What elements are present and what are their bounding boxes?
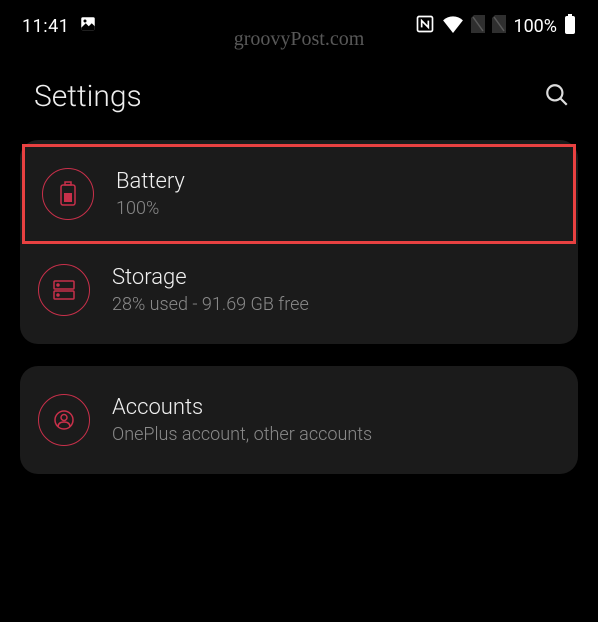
search-icon[interactable] <box>544 82 570 112</box>
row-text: Accounts OnePlus account, other accounts <box>112 395 372 445</box>
storage-title: Storage <box>112 265 309 290</box>
settings-row-storage[interactable]: Storage 28% used - 91.69 GB free <box>20 242 578 338</box>
wifi-icon <box>442 15 464 38</box>
settings-row-battery[interactable]: Battery 100% <box>24 146 574 242</box>
page-title: Settings <box>34 79 142 114</box>
accounts-icon <box>38 394 90 446</box>
storage-icon <box>38 264 90 316</box>
settings-content: Battery 100% Storage 28% used - 91.69 GB… <box>0 140 598 474</box>
row-text: Battery 100% <box>116 169 185 219</box>
storage-sub: 28% used - 91.69 GB free <box>112 294 309 315</box>
accounts-title: Accounts <box>112 395 372 420</box>
nfc-icon <box>415 14 435 39</box>
battery-sub: 100% <box>116 198 185 219</box>
sim1-icon <box>471 15 485 38</box>
status-right: 100% <box>415 14 576 39</box>
status-bar: 11:41 100% <box>0 0 598 49</box>
battery-icon <box>42 168 94 220</box>
battery-title: Battery <box>116 169 185 194</box>
image-icon <box>79 15 97 38</box>
accounts-sub: OnePlus account, other accounts <box>112 424 372 445</box>
status-left: 11:41 <box>22 15 97 38</box>
row-text: Storage 28% used - 91.69 GB free <box>112 265 309 315</box>
battery-icon <box>564 14 576 39</box>
status-time: 11:41 <box>22 16 69 37</box>
settings-header: Settings <box>0 49 598 140</box>
settings-card-1: Battery 100% Storage 28% used - 91.69 GB… <box>20 140 578 344</box>
battery-percent: 100% <box>513 16 557 37</box>
sim2-icon <box>492 15 506 38</box>
settings-card-2: Accounts OnePlus account, other accounts <box>20 366 578 474</box>
settings-row-accounts[interactable]: Accounts OnePlus account, other accounts <box>20 372 578 468</box>
